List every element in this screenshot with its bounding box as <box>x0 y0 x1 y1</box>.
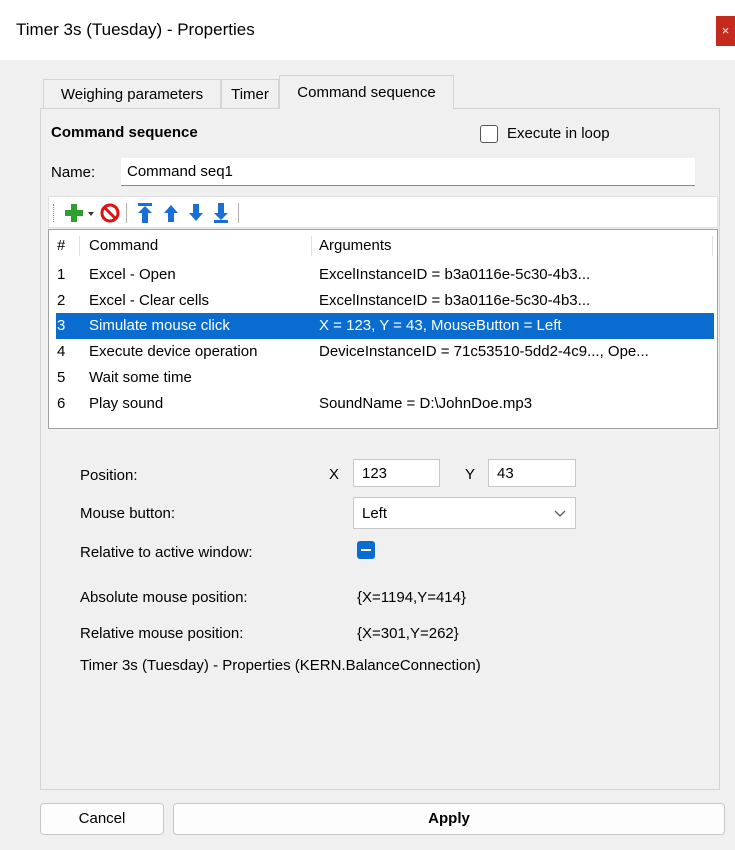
move-top-icon[interactable] <box>135 201 155 225</box>
indeterminate-mark-icon <box>361 549 371 551</box>
chevron-down-icon <box>554 510 566 517</box>
row-number: 5 <box>57 369 66 386</box>
row-number: 3 <box>57 317 66 334</box>
tab-command-sequence[interactable]: Command sequence <box>279 75 454 109</box>
name-input[interactable] <box>121 158 695 186</box>
command-toolbar <box>48 196 718 228</box>
toolbar-grip <box>53 204 55 222</box>
execute-in-loop-checkbox[interactable] <box>480 125 498 143</box>
absolute-position-value: {X=1194,Y=414} <box>357 589 466 606</box>
name-label: Name: <box>51 164 96 181</box>
column-divider <box>79 236 80 256</box>
table-row[interactable]: 4 Execute device operation DeviceInstanc… <box>49 339 717 365</box>
close-button[interactable]: × <box>716 16 735 46</box>
row-command: Wait some time <box>89 369 192 386</box>
move-up-icon[interactable] <box>161 201 181 225</box>
mouse-button-label: Mouse button: <box>80 505 176 522</box>
remove-icon[interactable] <box>99 201 121 225</box>
row-command: Excel - Open <box>89 266 176 283</box>
row-number: 4 <box>57 343 66 360</box>
command-grid[interactable]: # Command Arguments 1 Excel - Open Excel… <box>48 229 718 429</box>
row-command: Excel - Clear cells <box>89 292 210 309</box>
row-arguments: ExcelInstanceID = b3a0116e-5c30-4b3... <box>319 292 591 309</box>
row-command: Execute device operation <box>89 343 258 360</box>
y-label: Y <box>465 466 476 483</box>
column-header-arguments[interactable]: Arguments <box>319 233 392 259</box>
mouse-button-value: Left <box>362 505 388 522</box>
row-arguments: X = 123, Y = 43, MouseButton = Left <box>319 317 562 334</box>
row-number: 1 <box>57 266 66 283</box>
table-row[interactable]: 6 Play sound SoundName = D:\JohnDoe.mp3 <box>49 391 717 417</box>
row-arguments: SoundName = D:\JohnDoe.mp3 <box>319 395 533 412</box>
absolute-position-label: Absolute mouse position: <box>80 589 248 606</box>
x-label: X <box>329 466 340 483</box>
section-title: Command sequence <box>51 124 198 141</box>
x-input[interactable] <box>353 459 440 487</box>
row-command: Play sound <box>89 395 164 412</box>
column-divider <box>311 236 312 256</box>
move-down-icon[interactable] <box>186 201 206 225</box>
add-icon[interactable] <box>63 201 85 225</box>
toolbar-separator <box>238 203 239 223</box>
table-row[interactable]: 5 Wait some time <box>49 365 717 391</box>
title-bar: Timer 3s (Tuesday) - Properties × <box>0 0 735 60</box>
row-arguments: DeviceInstanceID = 71c53510-5dd2-4c9...,… <box>319 343 649 360</box>
grid-header: # Command Arguments <box>49 233 717 259</box>
position-label: Position: <box>80 467 138 484</box>
row-arguments: ExcelInstanceID = b3a0116e-5c30-4b3... <box>319 266 591 283</box>
row-number: 6 <box>57 395 66 412</box>
execute-in-loop-label[interactable]: Execute in loop <box>507 125 610 142</box>
tab-timer[interactable]: Timer <box>221 79 279 109</box>
tab-weighing-parameters[interactable]: Weighing parameters <box>43 79 221 109</box>
window-title: Timer 3s (Tuesday) - Properties <box>16 20 255 39</box>
relative-position-label: Relative mouse position: <box>80 625 244 642</box>
cancel-button[interactable]: Cancel <box>40 803 164 835</box>
toolbar-separator <box>126 203 127 223</box>
description-text: Timer 3s (Tuesday) - Properties (KERN.Ba… <box>80 657 481 674</box>
dropdown-arrow-icon[interactable] <box>86 201 96 225</box>
column-header-command[interactable]: Command <box>89 233 158 259</box>
mouse-button-select[interactable]: Left <box>353 497 576 529</box>
move-bottom-icon[interactable] <box>211 201 231 225</box>
y-input[interactable] <box>488 459 576 487</box>
table-row[interactable]: 1 Excel - Open ExcelInstanceID = b3a0116… <box>49 262 717 288</box>
relative-to-window-checkbox[interactable] <box>357 541 375 559</box>
column-divider <box>712 236 713 256</box>
relative-to-window-label: Relative to active window: <box>80 544 253 561</box>
table-row[interactable]: 2 Excel - Clear cells ExcelInstanceID = … <box>49 288 717 314</box>
row-command: Simulate mouse click <box>89 317 230 334</box>
row-number: 2 <box>57 292 66 309</box>
table-row-selected[interactable]: 3 Simulate mouse click X = 123, Y = 43, … <box>56 313 714 339</box>
apply-button[interactable]: Apply <box>173 803 725 835</box>
column-header-num[interactable]: # <box>57 233 65 259</box>
relative-position-value: {X=301,Y=262} <box>357 625 459 642</box>
